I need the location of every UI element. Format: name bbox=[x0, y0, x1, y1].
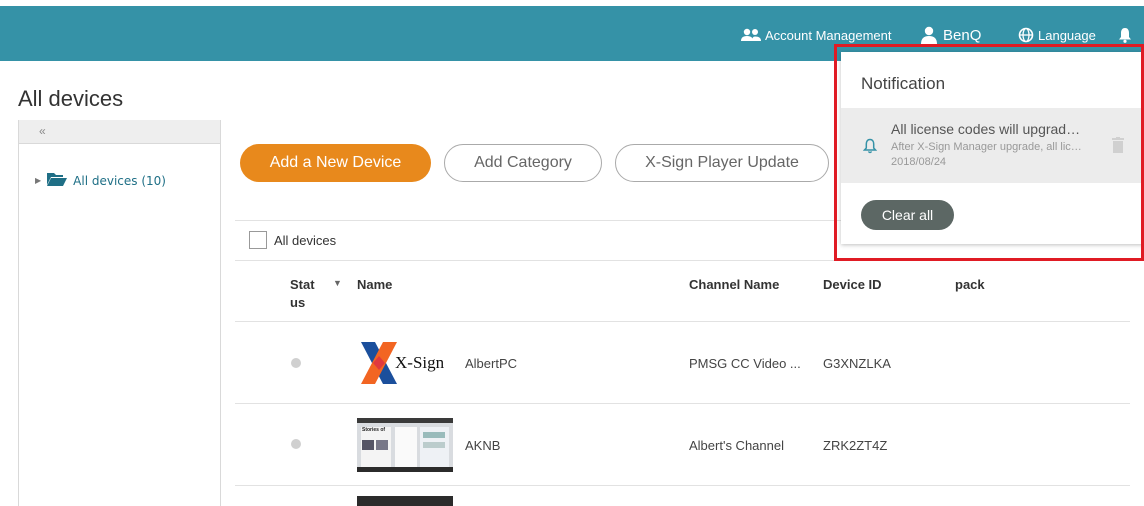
column-header-channel[interactable]: Channel Name bbox=[689, 277, 779, 292]
select-all-checkbox[interactable] bbox=[249, 231, 267, 249]
user-name: BenQ bbox=[943, 26, 982, 44]
notification-bell-button[interactable] bbox=[1118, 25, 1132, 45]
column-header-pack[interactable]: pack bbox=[955, 277, 985, 292]
device-thumbnail: X-Sign bbox=[357, 336, 453, 390]
page-title: All devices bbox=[18, 86, 124, 111]
column-header-name[interactable]: Name bbox=[357, 277, 392, 292]
tree-item-all-devices[interactable]: ▶ All devices (10) bbox=[35, 172, 166, 189]
divider bbox=[235, 321, 1130, 322]
select-all-label: All devices bbox=[274, 233, 337, 248]
status-header-line2: us bbox=[290, 295, 306, 310]
add-device-button[interactable]: Add a New Device bbox=[240, 144, 431, 182]
highlight-annotation-box bbox=[834, 44, 1144, 261]
status-header-line1: Stat bbox=[290, 277, 315, 292]
account-management-label: Account Management bbox=[765, 27, 892, 43]
sidebar: « ▶ All devices (10) bbox=[18, 120, 221, 506]
language-label: Language bbox=[1038, 27, 1096, 43]
thumbnail-brand-text: X-Sign bbox=[395, 353, 445, 372]
device-id: G3XNZLKA bbox=[823, 356, 891, 371]
device-name[interactable]: AlbertPC bbox=[465, 356, 517, 371]
channel-name: Albert's Channel bbox=[689, 438, 784, 453]
tree-item-label: All devices (10) bbox=[73, 173, 166, 188]
collapse-icon: « bbox=[39, 124, 46, 138]
language-menu[interactable]: Language bbox=[1018, 25, 1096, 45]
add-category-button[interactable]: Add Category bbox=[444, 144, 602, 182]
column-header-status[interactable]: Stat us bbox=[290, 277, 315, 310]
device-name[interactable]: AKNB bbox=[465, 438, 500, 453]
column-header-device-id[interactable]: Device ID bbox=[823, 277, 882, 292]
user-menu[interactable]: BenQ bbox=[920, 25, 981, 45]
thumbnail-caption: Stories of bbox=[362, 427, 386, 433]
folder-open-icon bbox=[47, 172, 68, 189]
status-indicator bbox=[291, 439, 301, 449]
users-icon bbox=[740, 28, 762, 42]
caret-right-icon: ▶ bbox=[35, 176, 42, 185]
device-thumbnail bbox=[357, 496, 453, 506]
bell-icon bbox=[1118, 27, 1132, 43]
sort-down-icon[interactable]: ▼ bbox=[333, 278, 342, 288]
device-thumbnail: Stories of bbox=[357, 418, 453, 472]
player-update-button[interactable]: X-Sign Player Update bbox=[615, 144, 829, 182]
user-icon bbox=[920, 26, 938, 44]
divider bbox=[235, 403, 1130, 404]
channel-name: PMSG CC Video ... bbox=[689, 356, 801, 371]
sidebar-collapse-button[interactable]: « bbox=[19, 120, 220, 144]
account-management-link[interactable]: Account Management bbox=[740, 25, 891, 45]
globe-icon bbox=[1018, 27, 1034, 43]
divider bbox=[235, 485, 1130, 486]
device-id: ZRK2ZT4Z bbox=[823, 438, 888, 453]
status-indicator bbox=[291, 358, 301, 368]
